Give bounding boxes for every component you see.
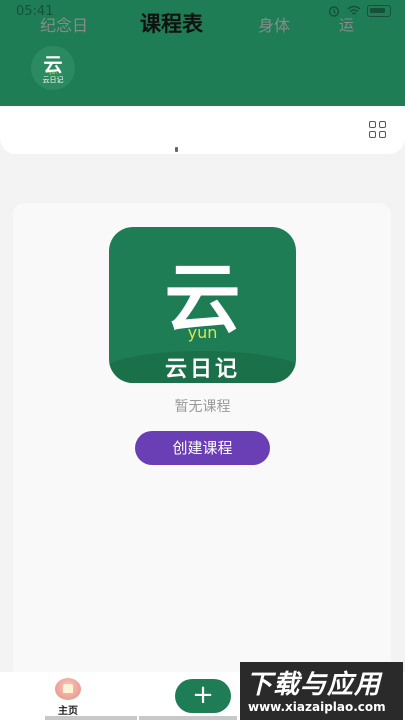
tab-anniversary[interactable]: 纪念日 bbox=[40, 12, 88, 36]
tab-body[interactable]: 身体 bbox=[258, 12, 290, 36]
tab-indicator bbox=[175, 147, 178, 152]
status-icons bbox=[327, 5, 391, 17]
logo-yun: yun bbox=[187, 323, 218, 342]
app-screen: 05:41 云 yun 云日记 纪念日 课程表 身体 运 云 yun 云日记 暂… bbox=[0, 0, 405, 720]
app-logo: 云 yun 云日记 bbox=[109, 227, 296, 383]
create-course-button[interactable]: 创建课程 bbox=[135, 431, 270, 465]
nav-home-label: 主页 bbox=[58, 706, 78, 717]
nav-divider bbox=[45, 716, 137, 720]
nav-home[interactable]: 主页 bbox=[48, 678, 88, 717]
watermark: 下载与应用 www.xiazaiplao.com bbox=[240, 662, 403, 720]
tab-bar bbox=[0, 106, 405, 154]
battery-icon bbox=[367, 5, 391, 17]
nav-divider bbox=[139, 716, 237, 720]
home-icon bbox=[55, 678, 81, 700]
grid-menu-icon[interactable] bbox=[369, 121, 387, 139]
empty-state-text: 暂无课程 bbox=[174, 399, 231, 415]
watermark-url: www.xiazaiplao.com bbox=[248, 700, 386, 714]
avatar-logo-name: 云日记 bbox=[42, 76, 64, 84]
logo-name: 云日记 bbox=[164, 357, 240, 382]
add-button[interactable]: + bbox=[175, 679, 231, 713]
tab-schedule[interactable]: 课程表 bbox=[140, 8, 203, 38]
watermark-title: 下载与应用 bbox=[246, 670, 382, 700]
avatar[interactable]: 云 yun 云日记 bbox=[31, 46, 75, 90]
tab-exercise[interactable]: 运 bbox=[339, 14, 354, 35]
